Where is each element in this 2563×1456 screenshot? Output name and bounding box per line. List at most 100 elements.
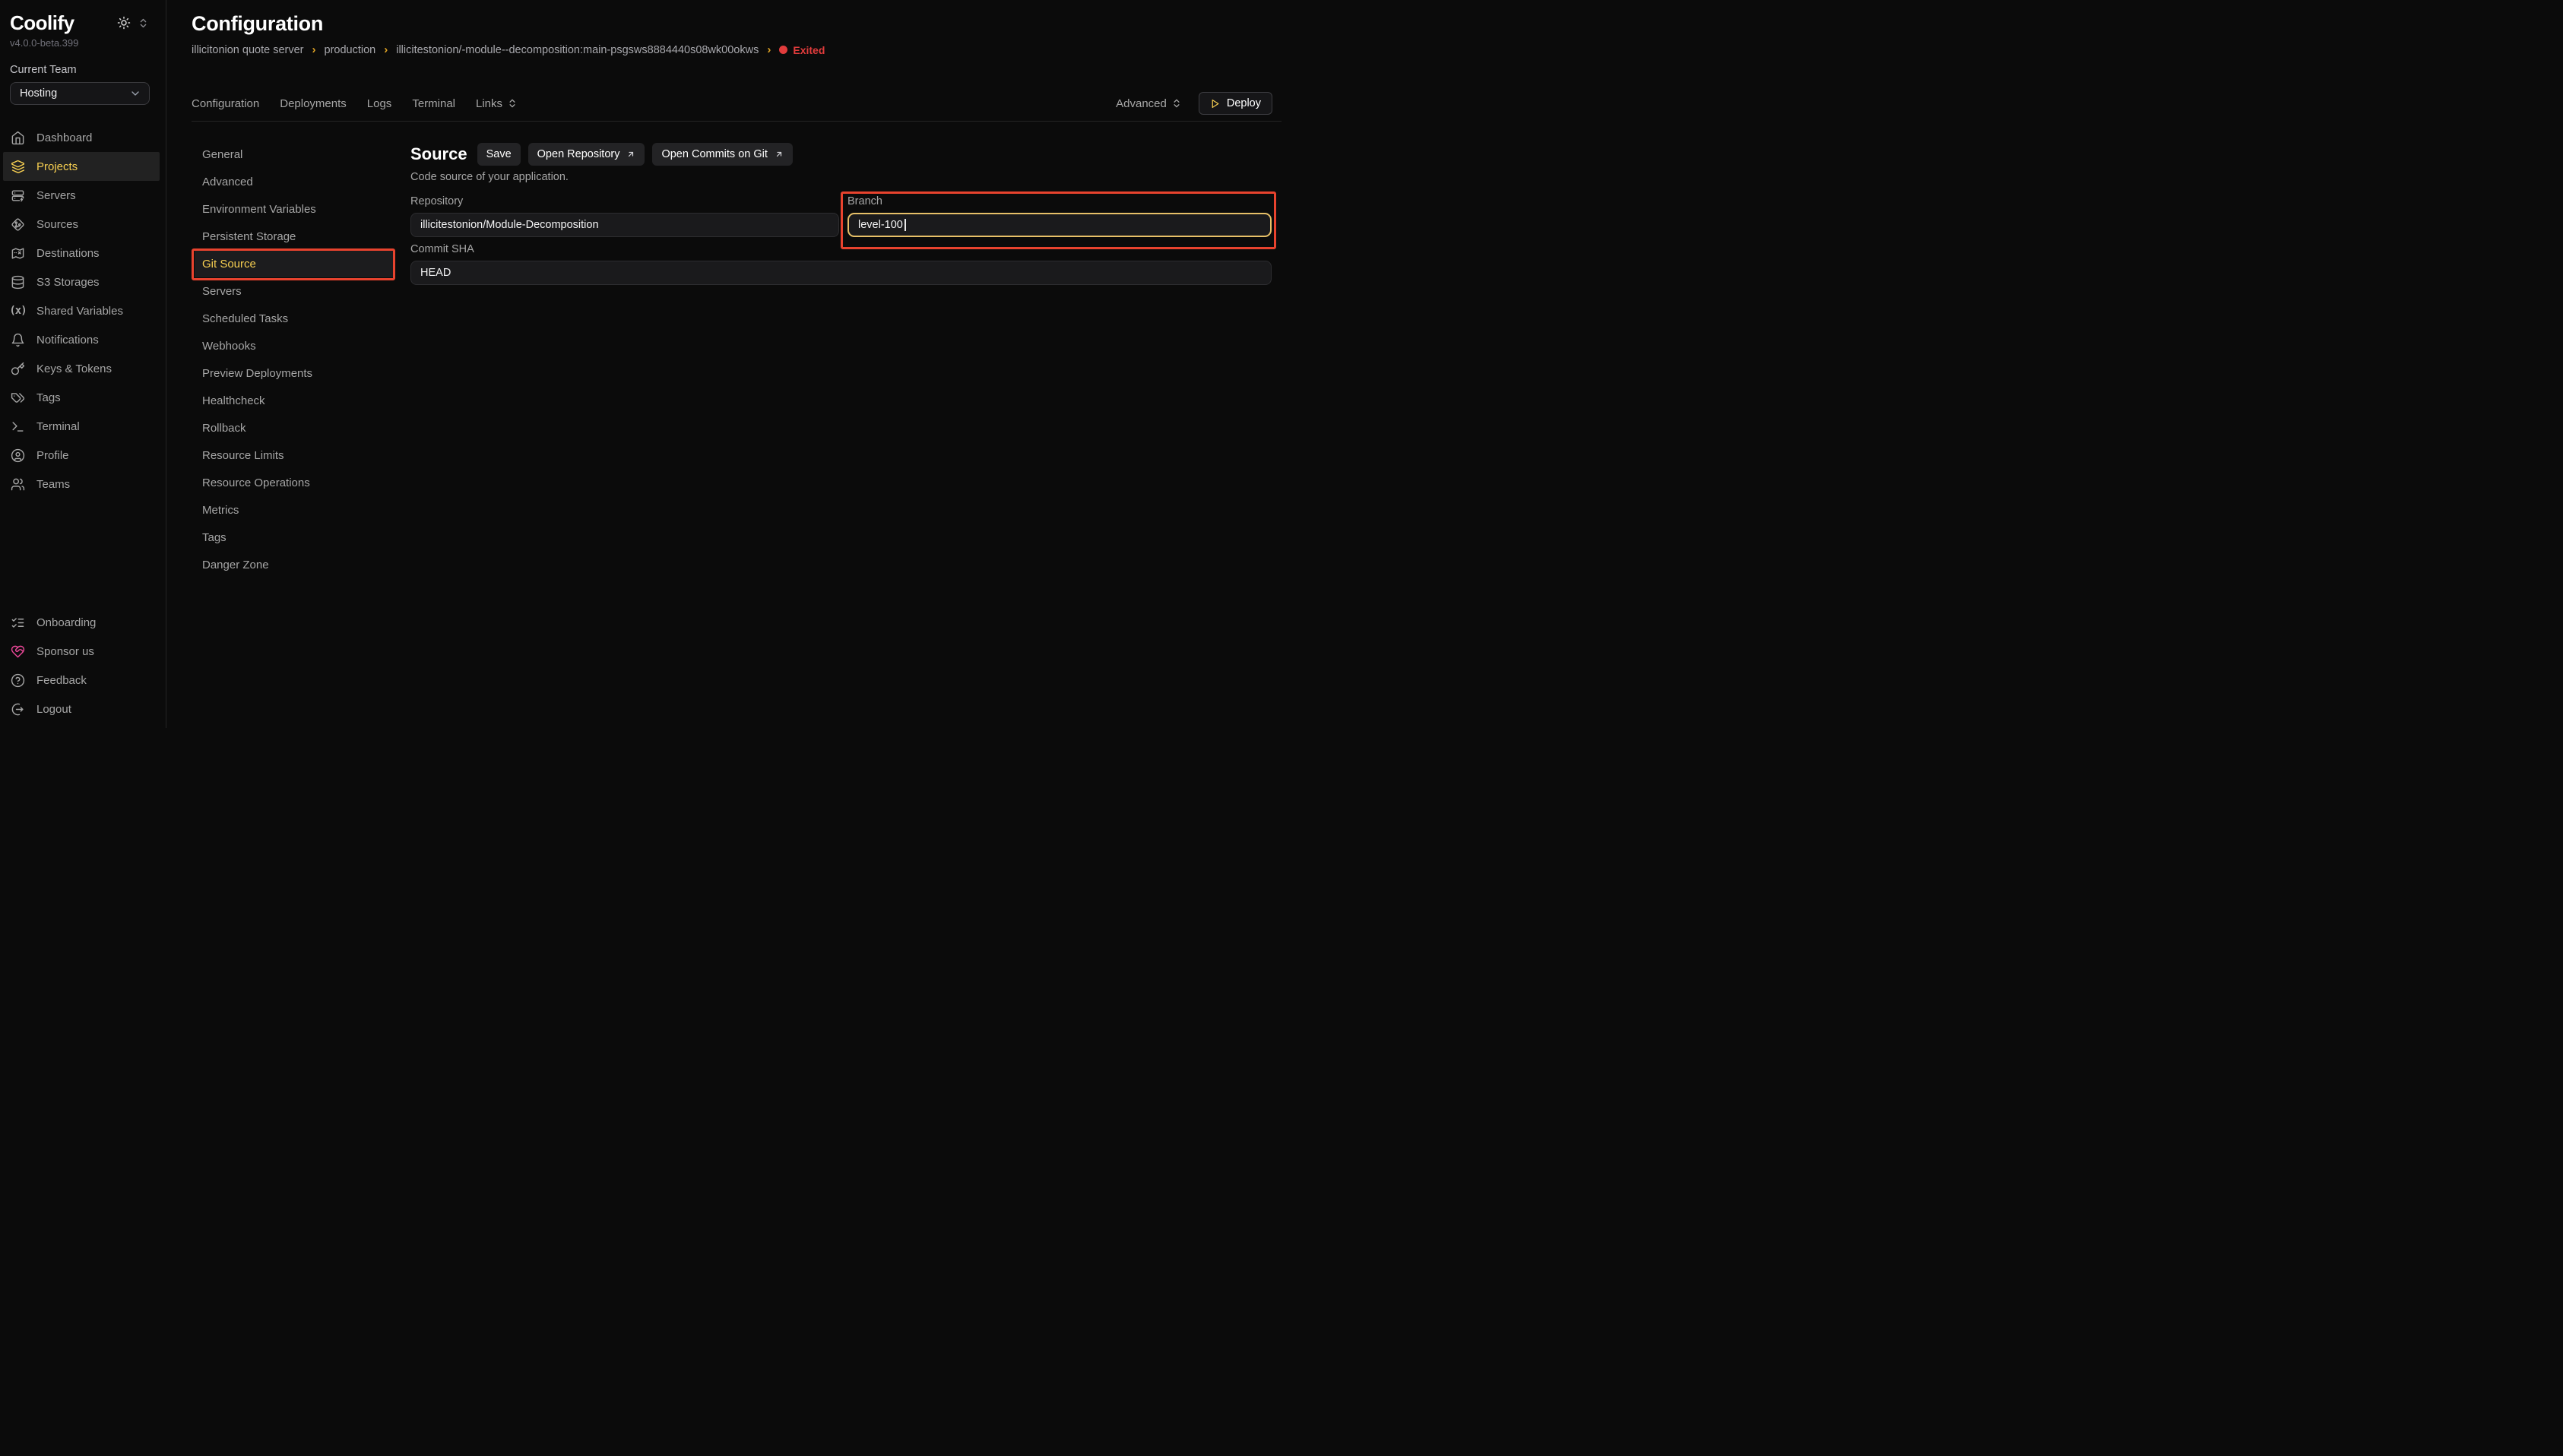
subnav-item-rollback[interactable]: Rollback bbox=[195, 414, 394, 442]
sidebar-item-label: Feedback bbox=[36, 674, 87, 687]
chevrons-up-down-icon bbox=[507, 98, 518, 109]
sidebar-item-label: Sponsor us bbox=[36, 645, 94, 658]
tab-bar: Configuration Deployments Logs Terminal … bbox=[192, 97, 518, 110]
repository-input[interactable]: illicitestonion/Module-Decomposition bbox=[410, 213, 839, 237]
theme-sun-icon[interactable] bbox=[117, 16, 131, 30]
layers-icon bbox=[11, 160, 25, 174]
subnav-item-danger-zone[interactable]: Danger Zone bbox=[195, 551, 394, 578]
sidebar-item-onboarding[interactable]: Onboarding bbox=[0, 608, 166, 637]
subnav-item-tags[interactable]: Tags bbox=[195, 524, 394, 551]
sidebar-item-profile[interactable]: Profile bbox=[0, 441, 166, 470]
branch-input[interactable]: level-100 bbox=[847, 213, 1272, 237]
subnav-item-servers[interactable]: Servers bbox=[195, 277, 394, 305]
subnav-item-metrics[interactable]: Metrics bbox=[195, 496, 394, 524]
sidebar-item-label: Destinations bbox=[36, 247, 100, 260]
subnav-item-preview-deployments[interactable]: Preview Deployments bbox=[195, 359, 394, 387]
sidebar-item-label: Projects bbox=[36, 160, 78, 173]
page-title: Configuration bbox=[167, 0, 1282, 36]
sidebar-item-label: Onboarding bbox=[36, 616, 96, 629]
open-commits-button[interactable]: Open Commits on Git bbox=[652, 143, 792, 166]
list-checks-icon bbox=[11, 616, 25, 630]
sidebar-item-servers[interactable]: Servers bbox=[0, 181, 166, 210]
sidebar-item-label: Keys & Tokens bbox=[36, 362, 112, 375]
theme-selector-chevrons-icon[interactable] bbox=[138, 17, 149, 29]
subnav-item-general[interactable]: General bbox=[195, 141, 394, 168]
map-icon bbox=[11, 246, 25, 261]
repository-label: Repository bbox=[410, 195, 839, 207]
tab-links-label: Links bbox=[476, 97, 502, 110]
logout-icon bbox=[11, 702, 25, 717]
chevron-down-icon bbox=[129, 87, 141, 100]
sidebar-item-tags[interactable]: Tags bbox=[0, 383, 166, 412]
subnav-item-git-source[interactable]: Git Source bbox=[195, 250, 394, 277]
git-source-diamond-icon bbox=[11, 217, 25, 232]
deploy-label: Deploy bbox=[1227, 97, 1261, 109]
open-repository-label: Open Repository bbox=[537, 148, 620, 160]
commit-sha-label: Commit SHA bbox=[410, 243, 1272, 255]
server-icon bbox=[11, 188, 25, 203]
tab-links[interactable]: Links bbox=[476, 97, 518, 110]
chevrons-up-down-icon bbox=[1171, 98, 1182, 109]
subnav-item-resource-operations[interactable]: Resource Operations bbox=[195, 469, 394, 496]
sidebar-item-logout[interactable]: Logout bbox=[0, 695, 166, 723]
advanced-dropdown[interactable]: Advanced bbox=[1116, 97, 1182, 110]
sidebar-item-teams[interactable]: Teams bbox=[0, 470, 166, 499]
sidebar-item-label: Profile bbox=[36, 449, 69, 462]
sidebar-item-feedback[interactable]: Feedback bbox=[0, 666, 166, 695]
sidebar-item-sources[interactable]: Sources bbox=[0, 210, 166, 239]
tab-logs[interactable]: Logs bbox=[367, 97, 392, 110]
brand-logo: Coolify bbox=[10, 11, 74, 35]
subnav-item-healthcheck[interactable]: Healthcheck bbox=[195, 387, 394, 414]
sidebar-item-label: Logout bbox=[36, 703, 71, 716]
tab-terminal[interactable]: Terminal bbox=[412, 97, 455, 110]
coolify-app: Coolify v4.0.0-beta.399 Current Team Hos… bbox=[0, 0, 1282, 728]
database-icon bbox=[11, 275, 25, 290]
team-select[interactable]: Hosting bbox=[10, 82, 150, 105]
subnav-item-scheduled-tasks[interactable]: Scheduled Tasks bbox=[195, 305, 394, 332]
save-button[interactable]: Save bbox=[477, 143, 521, 166]
commit-sha-value: HEAD bbox=[420, 267, 451, 279]
sidebar-nav: Dashboard Projects Servers Sources Desti… bbox=[0, 123, 166, 499]
sidebar-item-notifications[interactable]: Notifications bbox=[0, 325, 166, 354]
tab-configuration[interactable]: Configuration bbox=[192, 97, 259, 110]
open-repository-button[interactable]: Open Repository bbox=[528, 143, 645, 166]
brand-row: Coolify bbox=[0, 0, 166, 35]
main-area: Configuration illicitonion quote server … bbox=[167, 0, 1282, 728]
sidebar-item-dashboard[interactable]: Dashboard bbox=[0, 123, 166, 152]
commit-sha-input[interactable]: HEAD bbox=[410, 261, 1272, 285]
sidebar-item-projects[interactable]: Projects bbox=[3, 152, 160, 181]
subnav-item-webhooks[interactable]: Webhooks bbox=[195, 332, 394, 359]
branch-value: level-100 bbox=[858, 219, 903, 231]
subnav-item-resource-limits[interactable]: Resource Limits bbox=[195, 442, 394, 469]
sidebar: Coolify v4.0.0-beta.399 Current Team Hos… bbox=[0, 0, 166, 728]
key-icon bbox=[11, 362, 25, 376]
sidebar-item-keys-tokens[interactable]: Keys & Tokens bbox=[0, 354, 166, 383]
breadcrumb-environment[interactable]: production bbox=[325, 44, 376, 56]
subnav-item-environment-variables[interactable]: Environment Variables bbox=[195, 195, 394, 223]
subnav-item-advanced[interactable]: Advanced bbox=[195, 168, 394, 195]
sidebar-item-destinations[interactable]: Destinations bbox=[0, 239, 166, 267]
status-label: Exited bbox=[793, 44, 825, 56]
sidebar-item-label: Dashboard bbox=[36, 131, 92, 144]
breadcrumb-separator-icon: › bbox=[312, 43, 316, 56]
deploy-button[interactable]: Deploy bbox=[1199, 92, 1272, 115]
breadcrumb: illicitonion quote server › production ›… bbox=[192, 43, 1282, 56]
sidebar-item-label: Tags bbox=[36, 391, 61, 404]
help-circle-icon bbox=[11, 673, 25, 688]
shared-variables-icon: (x) bbox=[11, 304, 25, 318]
sidebar-item-sponsor-us[interactable]: Sponsor us bbox=[0, 637, 166, 666]
tab-deployments[interactable]: Deployments bbox=[280, 97, 347, 110]
subnav-item-persistent-storage[interactable]: Persistent Storage bbox=[195, 223, 394, 250]
status-dot-icon bbox=[779, 46, 787, 54]
sidebar-item-shared-variables[interactable]: (x) Shared Variables bbox=[0, 296, 166, 325]
home-icon bbox=[11, 131, 25, 145]
toolbar: Configuration Deployments Logs Terminal … bbox=[192, 92, 1272, 115]
sidebar-item-label: Terminal bbox=[36, 420, 80, 433]
sidebar-item-label: S3 Storages bbox=[36, 276, 100, 289]
breadcrumb-project[interactable]: illicitonion quote server bbox=[192, 44, 304, 56]
sidebar-item-label: Notifications bbox=[36, 334, 99, 347]
breadcrumb-application[interactable]: illicitestonion/-module--decomposition:m… bbox=[396, 44, 759, 56]
sidebar-item-s3-storages[interactable]: S3 Storages bbox=[0, 267, 166, 296]
sidebar-item-terminal[interactable]: Terminal bbox=[0, 412, 166, 441]
external-link-icon bbox=[626, 150, 635, 159]
